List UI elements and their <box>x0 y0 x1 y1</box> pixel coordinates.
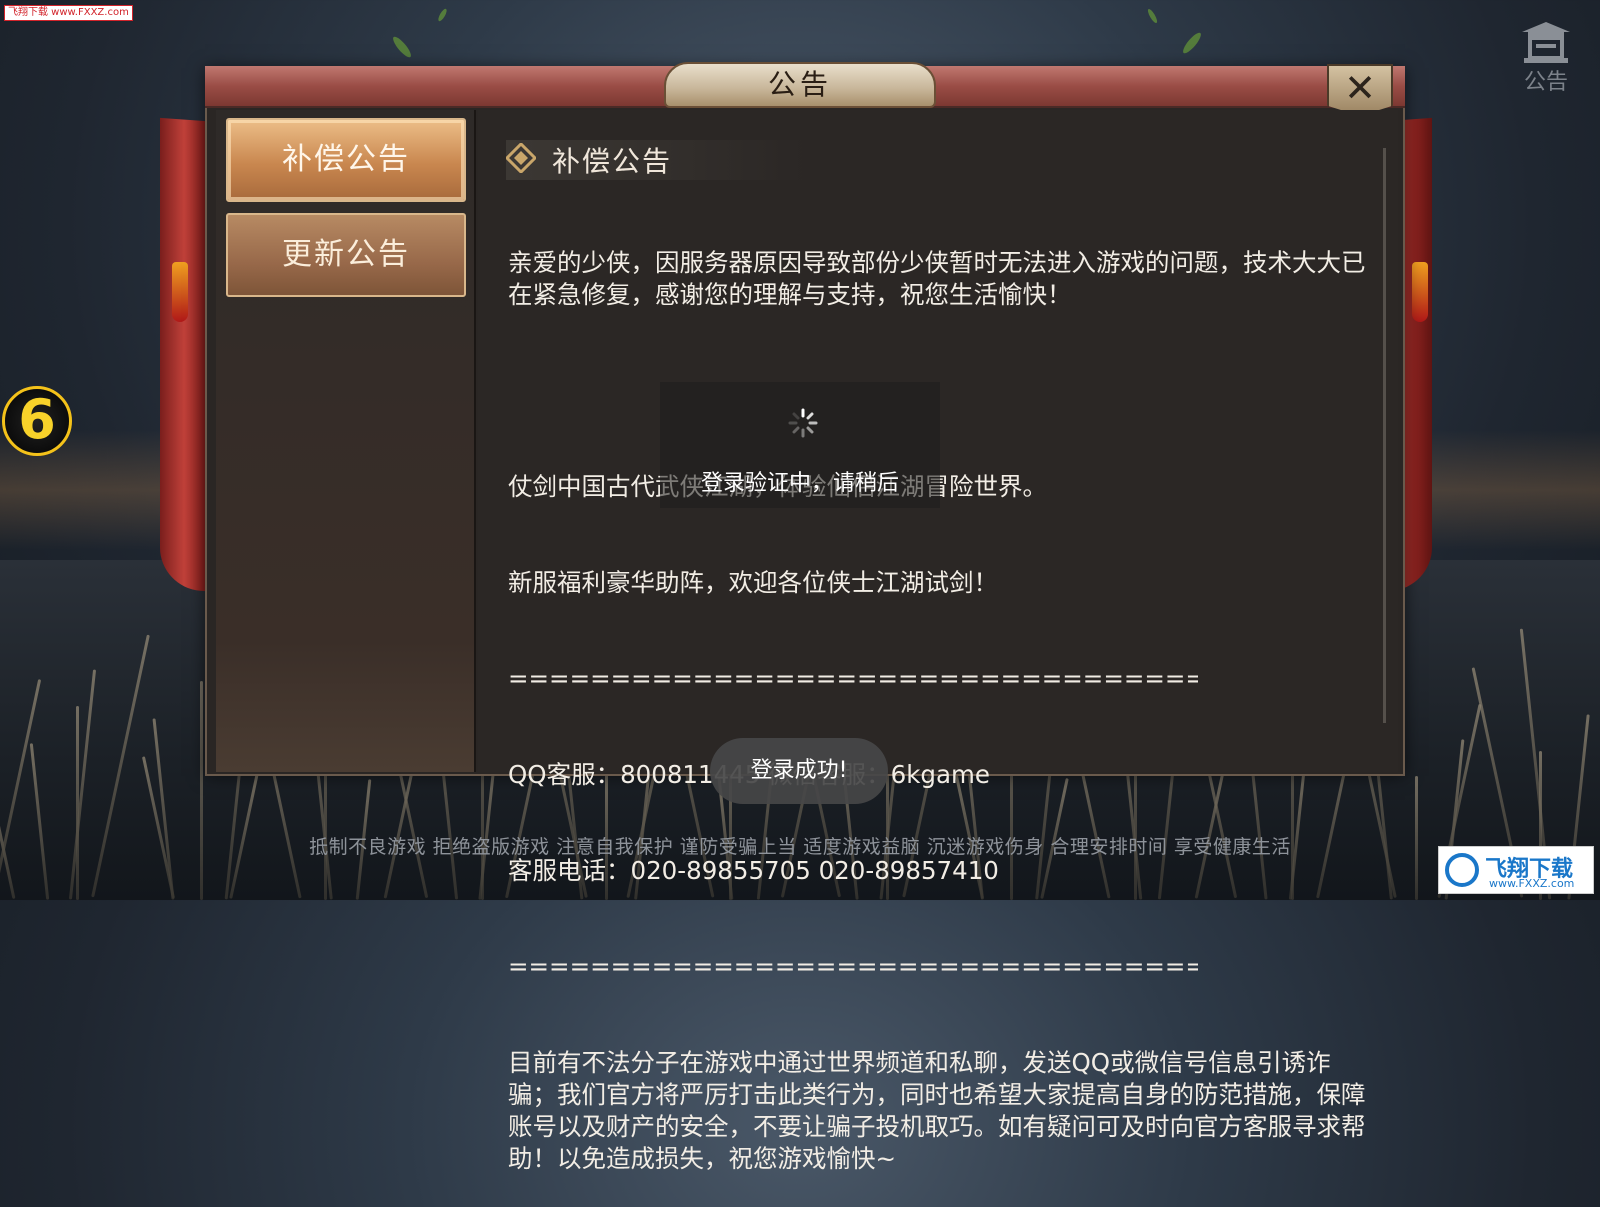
tab-update-notice[interactable]: 更新公告 <box>226 213 466 297</box>
leaf <box>436 7 449 23</box>
close-icon: ✕ <box>1344 66 1376 110</box>
leaf <box>390 34 414 60</box>
announcement-body: 亲爱的少侠，因服务器原因导致部份少侠暂时无法进入游戏的问题，技术大大已在紧急修复… <box>508 183 1378 1207</box>
paragraph: 仗剑中国古代武侠江湖，体验仙侣江湖冒险世界。 <box>508 471 1378 503</box>
notice-label: 公告 <box>1523 70 1568 95</box>
divider-line: ========================================… <box>508 952 1198 981</box>
tassel-right <box>1412 262 1428 322</box>
tassel-left <box>172 262 188 322</box>
phone-service-line: 客服电话：020-89855705 020-89857410 <box>508 856 999 885</box>
health-notice-footer: 抵制不良游戏 拒绝盗版游戏 注意自我保护 谨防受骗上当 适度游戏益脑 沉迷游戏伤… <box>309 836 1291 858</box>
paragraph: 新服福利豪华助阵，欢迎各位侠士江湖试剑！ <box>508 568 998 597</box>
section-title: 补偿公告 <box>552 145 673 178</box>
six-badge-button[interactable]: 6 <box>2 386 72 456</box>
content-scrollbar[interactable] <box>1383 148 1386 723</box>
paragraph: 亲爱的少侠，因服务器原因导致部份少侠暂时无法进入游戏的问题，技术大大已在紧急修复… <box>508 248 1366 309</box>
pavilion-icon <box>1522 22 1570 63</box>
tab-sidebar <box>216 110 476 772</box>
paragraph-blank <box>508 375 1378 407</box>
leaf <box>1180 30 1204 56</box>
loading-spinner-icon <box>788 408 818 438</box>
leaf <box>1146 7 1159 25</box>
divider-line: ========================================… <box>508 664 1198 693</box>
watermark-bottom-right: 飞翔下载 www.FXXZ.com <box>1438 846 1594 894</box>
fxxz-logo-icon <box>1445 853 1479 887</box>
watermark-url: www.FXXZ.com <box>1489 877 1575 890</box>
dialog-title: 公告 <box>664 62 936 108</box>
diamond-icon <box>506 143 536 173</box>
qq-service-line: QQ客服：800811445 微信客服：6kgame <box>508 760 990 789</box>
watermark-top-left: 飞翔下载 www.FXXZ.com <box>4 5 133 21</box>
close-button[interactable]: ✕ <box>1327 64 1393 116</box>
tab-compensation-notice[interactable]: 补偿公告 <box>226 118 466 202</box>
reed-stalk <box>200 681 203 900</box>
loading-text: 登录验证中，请稍后 <box>700 471 899 496</box>
login-success-toast: 登录成功! <box>710 738 888 804</box>
notice-button[interactable]: 公告 <box>1516 18 1576 95</box>
paragraph: 目前有不法分子在游戏中通过世界频道和私聊，发送QQ或微信号信息引诱诈骗；我们官方… <box>508 1048 1366 1173</box>
